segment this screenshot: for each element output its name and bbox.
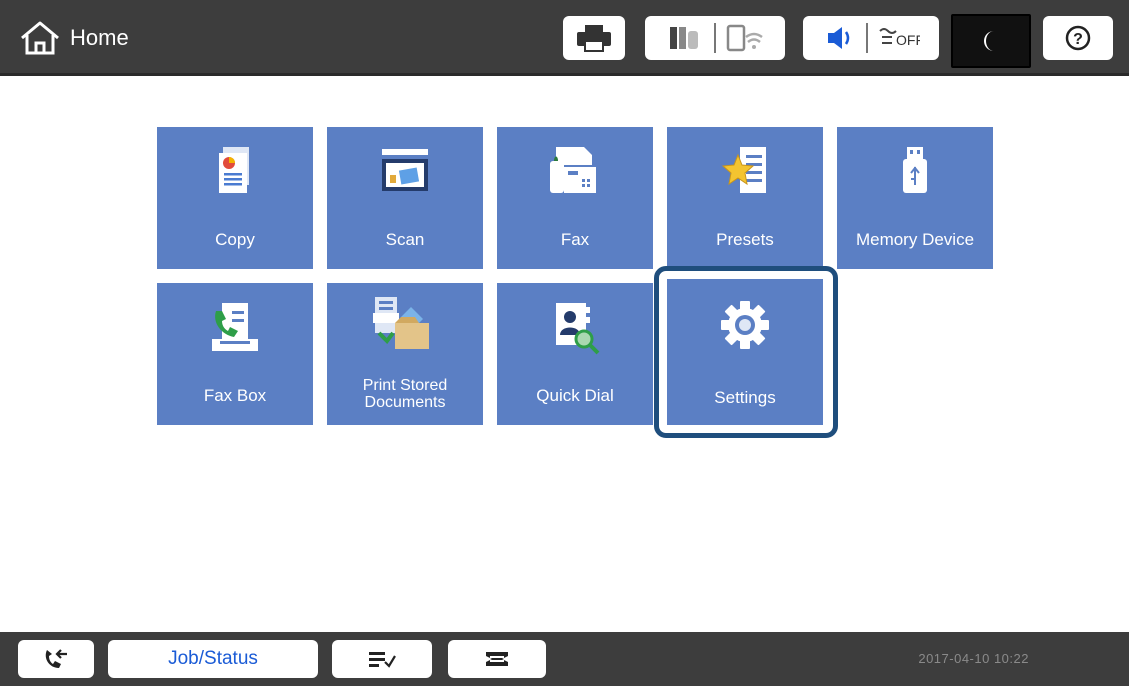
tile-label-line-1: Print Stored <box>362 377 448 394</box>
copy-icon <box>219 147 249 193</box>
home-button[interactable]: Home <box>18 18 129 58</box>
paper-tray-button[interactable] <box>448 640 546 678</box>
scan-icon <box>382 149 428 191</box>
divider <box>866 23 868 53</box>
tile-label: Fax Box <box>203 386 267 405</box>
top-bar: Home OFF ? <box>0 0 1129 76</box>
memory-device-tile[interactable]: Memory Device <box>837 127 993 269</box>
printer-icon <box>577 25 611 52</box>
fax-box-tile[interactable]: Fax Box <box>157 283 313 425</box>
printer-home-screen: Home OFF ? Copy Scan Fax Presets Memory … <box>0 0 1129 686</box>
help-button[interactable]: ? <box>1043 16 1113 60</box>
tile-label: Copy <box>215 230 255 249</box>
copy-tile[interactable]: Copy <box>157 127 313 269</box>
volume-icon <box>828 27 850 49</box>
fax-icon <box>550 147 596 193</box>
ink-cartridge-icon <box>670 27 698 49</box>
tile-label: Fax <box>560 230 590 249</box>
sleep-moon-icon <box>984 31 994 51</box>
tile-label: Quick Dial <box>536 386 614 405</box>
tile-label: Scan <box>385 230 425 249</box>
help-icon: ? <box>1065 25 1091 51</box>
tile-label: Print Stored Documents <box>327 377 483 411</box>
svg-text:?: ? <box>1073 31 1083 48</box>
quiet-mode-off-icon: OFF <box>879 28 920 48</box>
network-wifi-icon <box>726 24 763 52</box>
job-status-button[interactable]: Job/Status <box>108 640 318 678</box>
job-list-icon <box>369 652 396 668</box>
print-stored-documents-icon <box>373 297 429 349</box>
home-icon <box>21 21 59 55</box>
presets-icon <box>721 147 766 193</box>
svg-text:OFF: OFF <box>896 32 920 48</box>
selection-highlight <box>654 266 838 438</box>
job-list-button[interactable] <box>332 640 432 678</box>
tile-label: Presets <box>716 230 774 249</box>
quick-dial-tile[interactable]: Quick Dial <box>497 283 653 425</box>
tile-label-line-2: Documents <box>364 394 446 411</box>
paper-tray-icon <box>486 652 508 666</box>
fax-tile[interactable]: Fax <box>497 127 653 269</box>
scan-tile[interactable]: Scan <box>327 127 483 269</box>
fax-box-icon <box>212 303 258 351</box>
fax-line-icon <box>45 649 67 668</box>
tile-label: Memory Device <box>855 230 975 249</box>
quick-dial-icon <box>556 303 600 355</box>
divider <box>714 23 716 53</box>
sleep-button[interactable] <box>951 14 1031 68</box>
printer-status-button[interactable] <box>563 16 625 60</box>
job-status-label: Job/Status <box>168 648 258 669</box>
presets-tile[interactable]: Presets <box>667 127 823 269</box>
print-stored-documents-tile[interactable]: Print Stored Documents <box>327 283 483 425</box>
sound-quiet-button[interactable]: OFF <box>803 16 939 60</box>
datetime-display: 2017-04-10 10:22 <box>918 651 1029 666</box>
memory-device-icon <box>903 147 927 193</box>
bottom-bar: Job/Status 2017-04-10 10:22 <box>0 632 1129 686</box>
fax-line-button[interactable] <box>18 640 94 678</box>
page-title: Home <box>70 25 129 50</box>
supply-network-button[interactable] <box>645 16 785 60</box>
